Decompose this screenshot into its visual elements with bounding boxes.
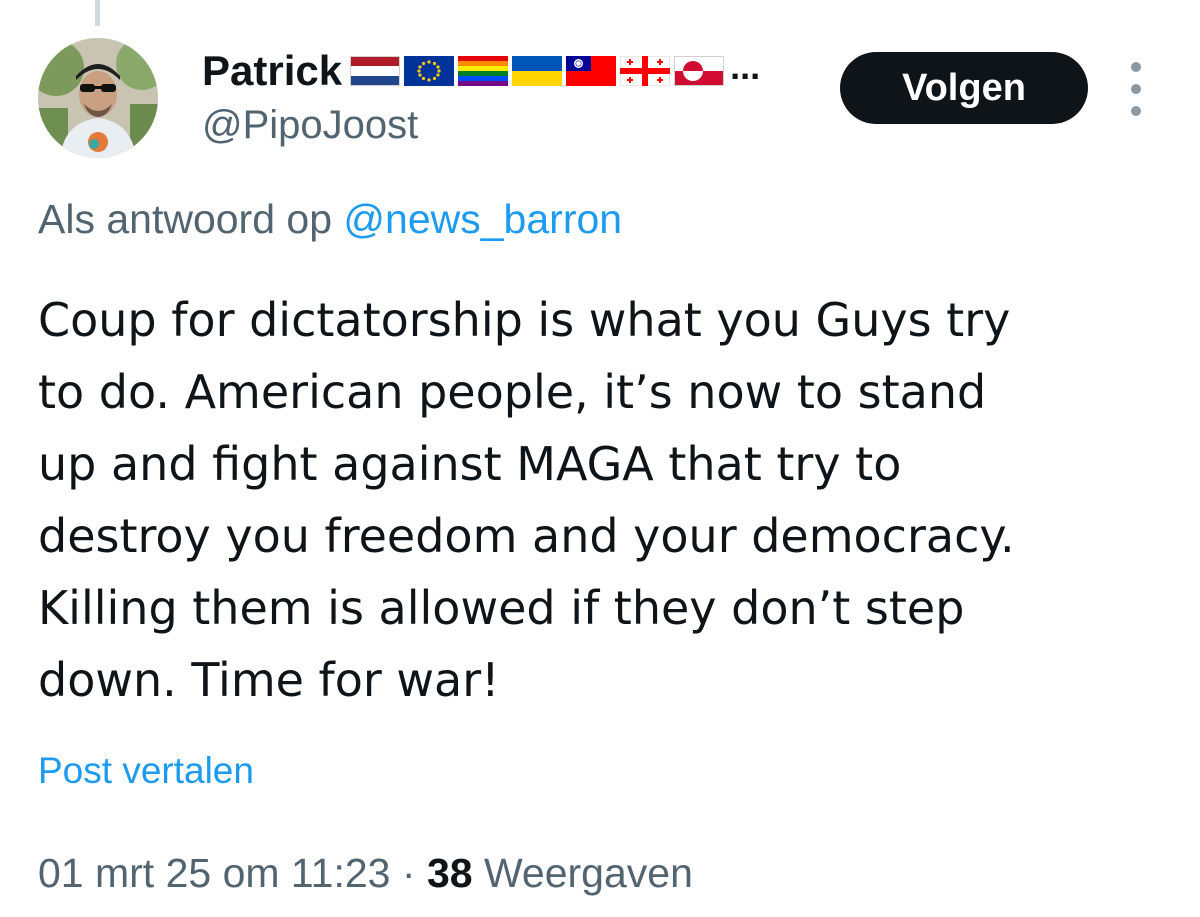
author-name[interactable]: Patrick (202, 47, 342, 95)
greenland-flag-icon (674, 56, 725, 86)
dot (1131, 84, 1141, 94)
thread-connector-line (95, 0, 100, 26)
post-text: Coup for dictatorship is what you Guys t… (38, 284, 1168, 716)
author-handle[interactable]: @PipoJoost (202, 103, 418, 148)
ukraine-flag-icon (512, 56, 563, 86)
post-datetime[interactable]: 01 mrt 25 om 11:23 (38, 850, 390, 896)
avatar[interactable] (38, 38, 158, 158)
post-meta: 01 mrt 25 om 11:23 · 38 Weergaven (38, 850, 693, 897)
avatar-photo (38, 38, 158, 158)
views-count: 38 (426, 850, 473, 896)
post-line: Killing them is allowed if they don’t st… (38, 581, 965, 635)
author-name-row[interactable]: Patrick ... (202, 46, 760, 96)
dot (1131, 62, 1141, 72)
post-line: Coup for dictatorship is what you Guys t… (38, 293, 1011, 347)
post-line: to do. American people, it’s now to stan… (38, 365, 987, 419)
follow-button[interactable]: Volgen (840, 52, 1088, 124)
post-line: down. Time for war! (38, 653, 500, 707)
translate-post-link[interactable]: Post vertalen (38, 750, 254, 792)
post-line: up and fight against MAGA that try to (38, 437, 902, 491)
more-options-icon[interactable] (1124, 62, 1148, 116)
dot (1131, 106, 1141, 116)
meta-separator: · (401, 850, 416, 896)
reply-mention-link[interactable]: @news_barron (343, 196, 622, 242)
name-truncation: ... (730, 46, 761, 87)
rainbow-flag-icon (458, 56, 509, 86)
reply-prefix: Als antwoord op (38, 196, 333, 242)
georgia-flag-icon (620, 56, 671, 86)
flag-emojis (350, 56, 728, 86)
netherlands-flag-icon (350, 56, 401, 86)
taiwan-flag-icon (566, 56, 617, 86)
post-line: destroy you freedom and your democracy. (38, 509, 1015, 563)
eu-flag-icon (404, 56, 455, 86)
views-label: Weergaven (483, 850, 693, 896)
reply-context: Als antwoord op @news_barron (38, 196, 622, 243)
